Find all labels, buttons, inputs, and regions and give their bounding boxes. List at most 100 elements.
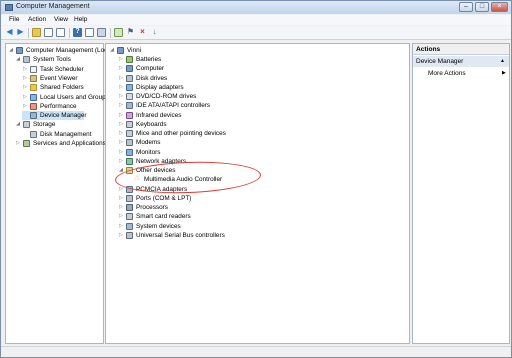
- collapsed-arrow-icon[interactable]: ▷: [15, 139, 21, 148]
- title-bar[interactable]: Computer Management – □ ×: [1, 1, 511, 14]
- collapse-arrow-icon[interactable]: ▲: [500, 56, 505, 67]
- uninstall-device-icon[interactable]: ×: [138, 28, 147, 37]
- up-folder-icon[interactable]: [32, 28, 41, 37]
- storage-icon: [23, 121, 30, 129]
- collapsed-arrow-icon[interactable]: ▷: [22, 74, 28, 83]
- device-category-4-label: DVD/CD-ROM drives: [136, 93, 197, 100]
- device-category-14-label: PCMCIA adapters: [136, 185, 188, 193]
- show-hide-tree-icon[interactable]: [44, 28, 53, 37]
- collapsed-arrow-icon[interactable]: ▷: [118, 138, 124, 147]
- close-button[interactable]: ×: [491, 2, 508, 12]
- disk-icon: [30, 130, 37, 138]
- collapsed-arrow-icon[interactable]: ▷: [118, 203, 124, 212]
- battery-icon: [126, 56, 133, 63]
- device-category-17-label: Smart card readers: [136, 213, 191, 221]
- submenu-arrow-icon: ▶: [502, 70, 506, 76]
- device-category-13-label: Multimedia Audio Controller: [144, 176, 223, 184]
- collapsed-arrow-icon[interactable]: ▷: [118, 222, 124, 231]
- navigation-tree[interactable]: ◢ Computer Management (Local ◢ System Tools…: [5, 43, 112, 344]
- actions-device-manager[interactable]: Device Manager ▲: [413, 56, 509, 67]
- minimize-button[interactable]: –: [459, 2, 473, 12]
- collapsed-arrow-icon[interactable]: ▷: [118, 92, 124, 101]
- properties-icon[interactable]: [56, 28, 65, 37]
- collapsed-arrow-icon[interactable]: ▷: [22, 65, 28, 74]
- smartcard-icon: [126, 213, 133, 221]
- collapsed-arrow-icon[interactable]: ▷: [118, 55, 124, 64]
- collapsed-arrow-icon[interactable]: ▷: [118, 74, 124, 83]
- expanded-arrow-icon[interactable]: ◢: [8, 46, 14, 55]
- collapsed-arrow-icon[interactable]: ▷: [118, 194, 124, 203]
- device-category-16-label: Processors: [136, 204, 168, 211]
- device-category-1-label: Computer: [136, 65, 165, 73]
- collapsed-arrow-icon[interactable]: ▷: [118, 157, 124, 166]
- nav-item-7-label: Device Manager: [40, 112, 87, 120]
- device-category-6-label: Infrared devices: [136, 111, 182, 119]
- device-category-0-label: Batteries: [136, 56, 162, 63]
- collapsed-arrow-icon[interactable]: ▷: [118, 111, 124, 120]
- console-icon[interactable]: [85, 28, 94, 37]
- users-icon: [30, 93, 37, 101]
- warning-device-icon: ⚠: [134, 175, 141, 183]
- computer-icon: [117, 47, 124, 54]
- dvd-icon: [126, 93, 133, 100]
- menu-file[interactable]: File: [9, 16, 19, 23]
- nav-item-4-label: Shared Folders: [40, 84, 84, 92]
- clock-icon: [30, 65, 37, 73]
- collapsed-arrow-icon[interactable]: ▷: [22, 93, 28, 102]
- menu-view[interactable]: View: [54, 16, 68, 23]
- scan-hardware-icon[interactable]: [114, 28, 123, 37]
- network-icon: [126, 157, 133, 165]
- collapsed-arrow-icon[interactable]: ▷: [22, 83, 28, 92]
- maximize-button[interactable]: □: [475, 2, 489, 12]
- device-root-label: Vinni: [127, 47, 142, 54]
- menu-help[interactable]: Help: [74, 16, 87, 23]
- display-icon: [126, 83, 133, 91]
- collapsed-arrow-icon[interactable]: ▷: [118, 185, 124, 194]
- nav-item-7[interactable]: Device Manager: [22, 111, 87, 121]
- device-category-7-label: Keyboards: [136, 120, 167, 128]
- system-device-icon: [126, 222, 133, 230]
- actions-pane: Actions Device Manager ▲ More Actions ▶: [412, 43, 510, 344]
- window-title: Computer Management: [16, 3, 90, 10]
- expanded-arrow-icon[interactable]: ◢: [15, 120, 21, 129]
- collapsed-arrow-icon[interactable]: ▷: [118, 231, 124, 240]
- expanded-arrow-icon[interactable]: ◢: [15, 55, 21, 64]
- device-category-10-label: Monitors: [136, 148, 161, 156]
- forward-arrow-icon[interactable]: ▶: [16, 28, 25, 37]
- expanded-arrow-icon[interactable]: ◢: [109, 46, 115, 55]
- computer-icon: [126, 65, 133, 73]
- port-icon: [126, 194, 133, 202]
- collapsed-arrow-icon[interactable]: ▷: [22, 102, 28, 111]
- nav-item-8-label: Storage: [33, 121, 56, 129]
- device-category-19-label: Universal Serial Bus controllers: [136, 231, 225, 239]
- collapsed-arrow-icon[interactable]: ▷: [118, 120, 124, 129]
- menu-bar: File Action View Help: [1, 15, 511, 25]
- menu-action[interactable]: Action: [28, 16, 46, 23]
- expanded-arrow-icon[interactable]: ◢: [118, 166, 124, 175]
- collapsed-arrow-icon[interactable]: ▷: [118, 129, 124, 138]
- nav-item-0-label: Computer Management (Local: [26, 47, 113, 54]
- device-category-2-label: Disk drives: [136, 74, 168, 82]
- collapsed-arrow-icon[interactable]: ▷: [118, 148, 124, 157]
- nav-item-6-label: Performance: [40, 102, 77, 110]
- collapsed-arrow-icon[interactable]: ▷: [118, 212, 124, 221]
- view-icon[interactable]: [97, 28, 106, 37]
- collapsed-arrow-icon[interactable]: ▷: [118, 64, 124, 73]
- nav-item-3-label: Event Viewer: [40, 74, 78, 82]
- actions-header: Actions: [413, 44, 509, 55]
- processor-icon: [126, 204, 133, 211]
- back-arrow-icon[interactable]: ◀: [5, 28, 14, 37]
- modem-icon: [126, 139, 133, 147]
- device-category-9-label: Modems: [136, 139, 161, 147]
- device-category-18-label: System devices: [136, 222, 181, 230]
- more-actions-item[interactable]: More Actions ▶: [428, 69, 509, 78]
- help-icon[interactable]: ?: [73, 28, 82, 37]
- collapsed-arrow-icon[interactable]: ▷: [118, 83, 124, 92]
- shared-folder-icon: [30, 84, 37, 92]
- collapsed-arrow-icon[interactable]: ▷: [118, 101, 124, 110]
- actions-section-label: Device Manager: [416, 58, 464, 65]
- device-tree[interactable]: ◢ Vinni ▷ Batteries ▷ Computer ▷ Disk drives ▷…: [105, 43, 410, 344]
- disable-device-icon[interactable]: ⚑: [126, 28, 135, 37]
- event-viewer-icon: [30, 74, 37, 82]
- enable-device-icon[interactable]: ↓: [150, 28, 159, 37]
